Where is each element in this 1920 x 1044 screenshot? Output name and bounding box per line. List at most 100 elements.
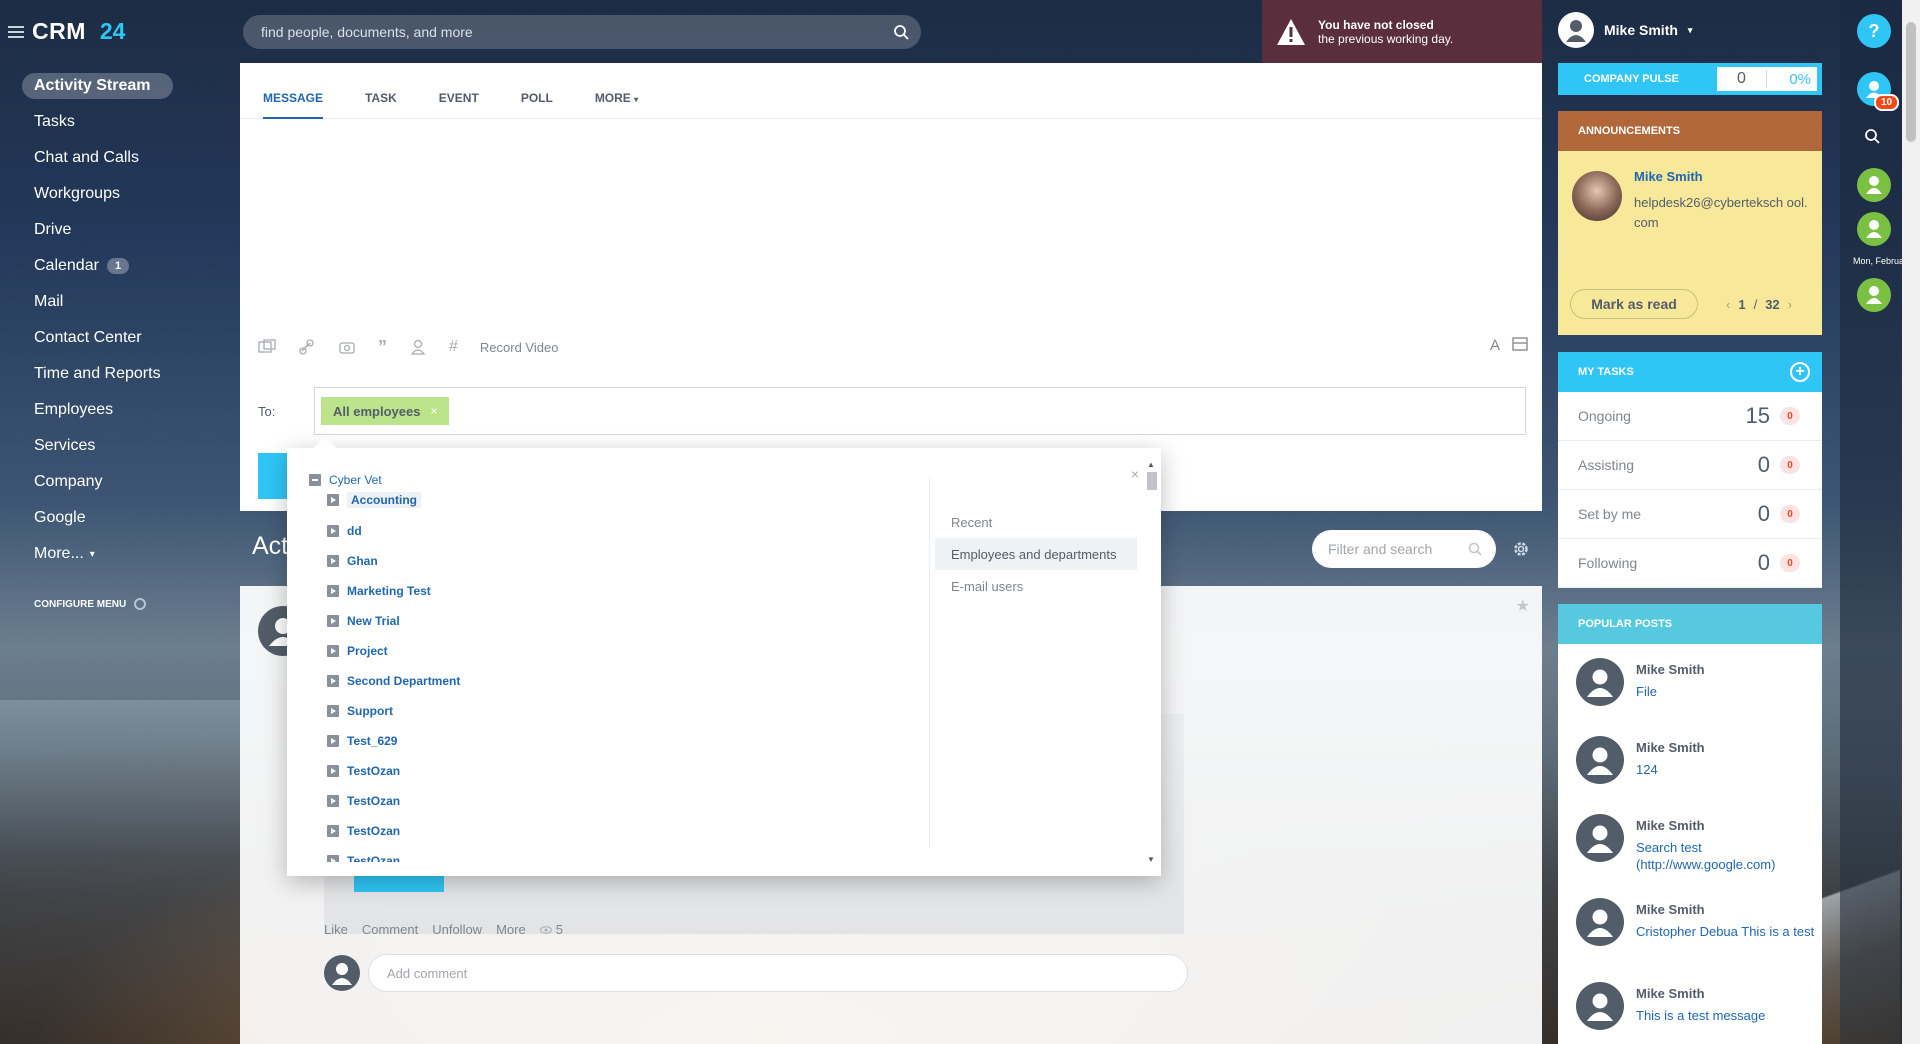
popup-scrollbar[interactable]: ▲ ▼ [1145,460,1157,864]
expand-icon[interactable] [327,765,339,777]
menu-item-tasks[interactable]: Tasks [22,104,173,140]
expand-icon[interactable] [327,735,339,747]
add-task-icon[interactable]: + [1790,362,1810,382]
menu-item-employees[interactable]: Employees [22,392,173,428]
record-video-button[interactable]: Record Video [480,340,559,355]
popular-post-link[interactable]: Cristopher Debua This is a test [1636,923,1816,940]
tree-root[interactable]: Cyber Vet [309,472,1209,488]
page-scroll-thumb[interactable] [1906,22,1916,142]
quote-icon[interactable]: ” [378,337,387,358]
tree-item[interactable]: New Trial [309,606,1209,636]
tree-item[interactable]: Project [309,636,1209,666]
popular-post-item[interactable]: Mike Smith 124 [1558,722,1822,800]
tree-item[interactable]: TestOzan [309,786,1209,816]
task-row-assisting[interactable]: Assisting 0 0 [1558,441,1822,490]
scroll-thumb[interactable] [1147,472,1157,490]
expand-icon[interactable] [327,585,339,597]
expand-icon[interactable] [327,615,339,627]
tab-event[interactable]: EVENT [439,63,479,119]
text-format-icon[interactable]: A [1490,337,1500,354]
global-search-input[interactable] [243,15,863,49]
video-icon[interactable] [338,339,356,355]
selector-tab-employees[interactable]: Employees and departments [935,538,1137,570]
scroll-down-icon[interactable]: ▼ [1147,855,1155,864]
announcement-text[interactable]: helpdesk26@cyberteksch ool.com [1634,193,1812,233]
menu-item-activity-stream[interactable]: Activity Stream [22,73,173,99]
tab-poll[interactable]: POLL [521,63,553,119]
expand-icon[interactable] [327,555,339,567]
unfollow-button[interactable]: Unfollow [432,922,482,937]
rail-contact-avatar[interactable] [1857,278,1891,312]
task-row-ongoing[interactable]: Ongoing 15 0 [1558,392,1822,441]
menu-item-google[interactable]: Google [22,500,173,536]
expand-icon[interactable] [327,675,339,687]
menu-item-mail[interactable]: Mail [22,284,173,320]
search-icon[interactable] [893,24,909,40]
menu-item-drive[interactable]: Drive [22,212,173,248]
tab-message[interactable]: MESSAGE [263,63,324,119]
chevron-right-icon[interactable]: › [1788,297,1792,312]
search-icon[interactable] [1864,128,1880,144]
selector-tab-recent[interactable]: Recent [935,506,1137,538]
mark-as-read-button[interactable]: Mark as read [1570,289,1698,319]
tree-item[interactable]: Second Department [309,666,1209,696]
company-pulse[interactable]: COMPANY PULSE 0 0% [1558,63,1822,95]
expand-icon[interactable] [327,855,339,862]
star-icon[interactable]: ★ [1516,596,1530,616]
popular-post-link[interactable]: 124 [1636,761,1816,778]
expand-icon[interactable] [327,825,339,837]
menu-item-contact-center[interactable]: Contact Center [22,320,173,356]
expand-icon[interactable] [327,795,339,807]
tree-item[interactable]: TestOzan [309,756,1209,786]
tree-item[interactable]: TestOzan [309,816,1209,846]
configure-menu-button[interactable]: CONFIGURE MENU [34,598,147,610]
popular-post-item[interactable]: Mike Smith This is a test message [1558,968,1822,1044]
menu-item-calendar[interactable]: Calendar 1 [22,248,173,284]
menu-burger-icon[interactable] [8,25,24,38]
expand-icon[interactable] [327,525,339,537]
rail-contact-avatar[interactable] [1857,212,1891,246]
recipient-tag[interactable]: All employees × [321,397,450,425]
page-scrollbar[interactable] [1902,0,1920,1044]
tab-more[interactable]: MORE ▾ [595,63,638,119]
close-icon[interactable]: × [430,404,437,418]
menu-item-more[interactable]: More... ▾ [22,536,173,572]
send-button[interactable] [258,453,288,499]
tab-task[interactable]: TASK [365,63,397,119]
task-row-following[interactable]: Following 0 0 [1558,539,1822,588]
rail-contact-avatar[interactable] [1857,168,1891,202]
menu-item-time-reports[interactable]: Time and Reports [22,356,173,392]
fullscreen-editor-icon[interactable] [1512,337,1528,351]
add-comment-input[interactable] [368,954,1188,992]
popular-post-item[interactable]: Mike Smith Cristopher Debua This is a te… [1558,884,1822,968]
selector-tab-email-users[interactable]: E-mail users [935,570,1137,602]
tree-item[interactable]: TestOzan [309,846,1209,862]
popular-post-item[interactable]: Mike Smith Search test (http://www.googl… [1558,800,1822,884]
hashtag-icon[interactable]: # [449,338,458,356]
mention-user-icon[interactable] [409,339,427,355]
menu-item-company[interactable]: Company [22,464,173,500]
filter-search-input[interactable] [1312,530,1462,568]
search-icon[interactable] [1468,542,1482,556]
gear-icon[interactable] [1512,540,1530,558]
collapse-icon[interactable] [309,474,321,486]
help-button[interactable]: ? [1857,14,1891,48]
menu-item-chat[interactable]: Chat and Calls [22,140,173,176]
popular-post-link[interactable]: Search test (http://www.google.com) [1636,839,1816,873]
menu-item-services[interactable]: Services [22,428,173,464]
popular-post-item[interactable]: Mike Smith File [1558,644,1822,722]
popular-post-link[interactable]: This is a test message [1636,1007,1816,1024]
like-button[interactable]: Like [324,922,348,937]
scroll-up-icon[interactable]: ▲ [1147,460,1155,469]
tree-item[interactable]: Support [309,696,1209,726]
chevron-left-icon[interactable]: ‹ [1726,297,1730,312]
announcement-author[interactable]: Mike Smith [1634,169,1703,184]
tree-item[interactable]: Test_629 [309,726,1209,756]
message-editor[interactable] [240,119,1542,329]
user-menu[interactable]: Mike Smith ▾ [1558,12,1692,48]
working-day-warning[interactable]: You have not closed the previous working… [1262,0,1542,63]
comment-button[interactable]: Comment [362,922,418,937]
logo[interactable]: CRM 24 [8,18,125,45]
link-icon[interactable] [298,339,316,355]
popular-post-link[interactable]: File [1636,683,1816,700]
